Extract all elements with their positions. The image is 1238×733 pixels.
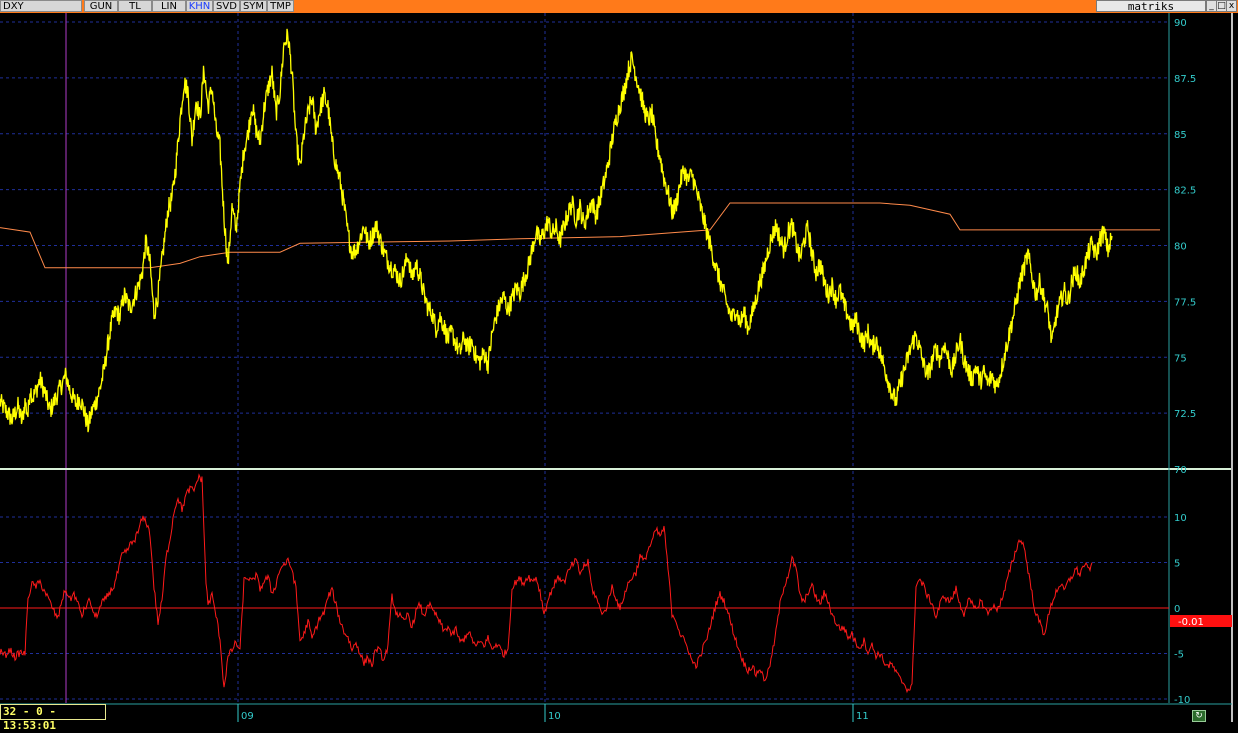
x-tick-label: 10 [548, 711, 561, 722]
y-tick-label: 5 [1174, 559, 1180, 570]
y-tick-label: -5 [1174, 650, 1184, 661]
toolbar-button-gun[interactable]: GUN [84, 0, 118, 12]
top-toolbar: DXY GUN TL LIN KHN SVD SYM TMP matriks _ □ x [0, 0, 1238, 13]
toolbar-button-svd[interactable]: SVD [213, 0, 240, 12]
time-readout: 32 - 0 - 13:53:01 [0, 704, 106, 732]
toolbar-button-khn[interactable]: KHN [186, 0, 213, 12]
toolbar-button-tmp[interactable]: TMP [267, 0, 294, 12]
symbol-field[interactable]: DXY [0, 0, 82, 12]
chart-area[interactable]: 9087.58582.58077.57572.570 1050-5-10 -0.… [0, 13, 1238, 722]
brand-logo: matriks [1096, 0, 1206, 12]
y-tick-label: 72.5 [1174, 409, 1196, 420]
y-tick-label: 77.5 [1174, 297, 1196, 308]
y-tick-label: 85 [1174, 130, 1187, 141]
y-tick-label: 82.5 [1174, 186, 1196, 197]
refresh-icon[interactable]: ↻ [1192, 710, 1206, 722]
y-tick-label: 10 [1174, 513, 1187, 524]
y-tick-label: 87.5 [1174, 74, 1196, 85]
toolbar-button-tl[interactable]: TL [118, 0, 152, 12]
toolbar-button-lin[interactable]: LIN [152, 0, 186, 12]
toolbar-button-sym[interactable]: SYM [240, 0, 267, 12]
y-tick-label: 70 [1174, 465, 1187, 476]
y-tick-label: 80 [1174, 242, 1187, 253]
x-tick-label: 11 [856, 711, 869, 722]
y-tick-label: 75 [1174, 353, 1187, 364]
x-tick-label: 09 [241, 711, 254, 722]
close-button[interactable]: x [1226, 0, 1237, 12]
last-value-label: -0.01 [1178, 617, 1204, 628]
y-tick-label: 90 [1174, 18, 1187, 29]
y-tick-label: 0 [1174, 604, 1180, 615]
